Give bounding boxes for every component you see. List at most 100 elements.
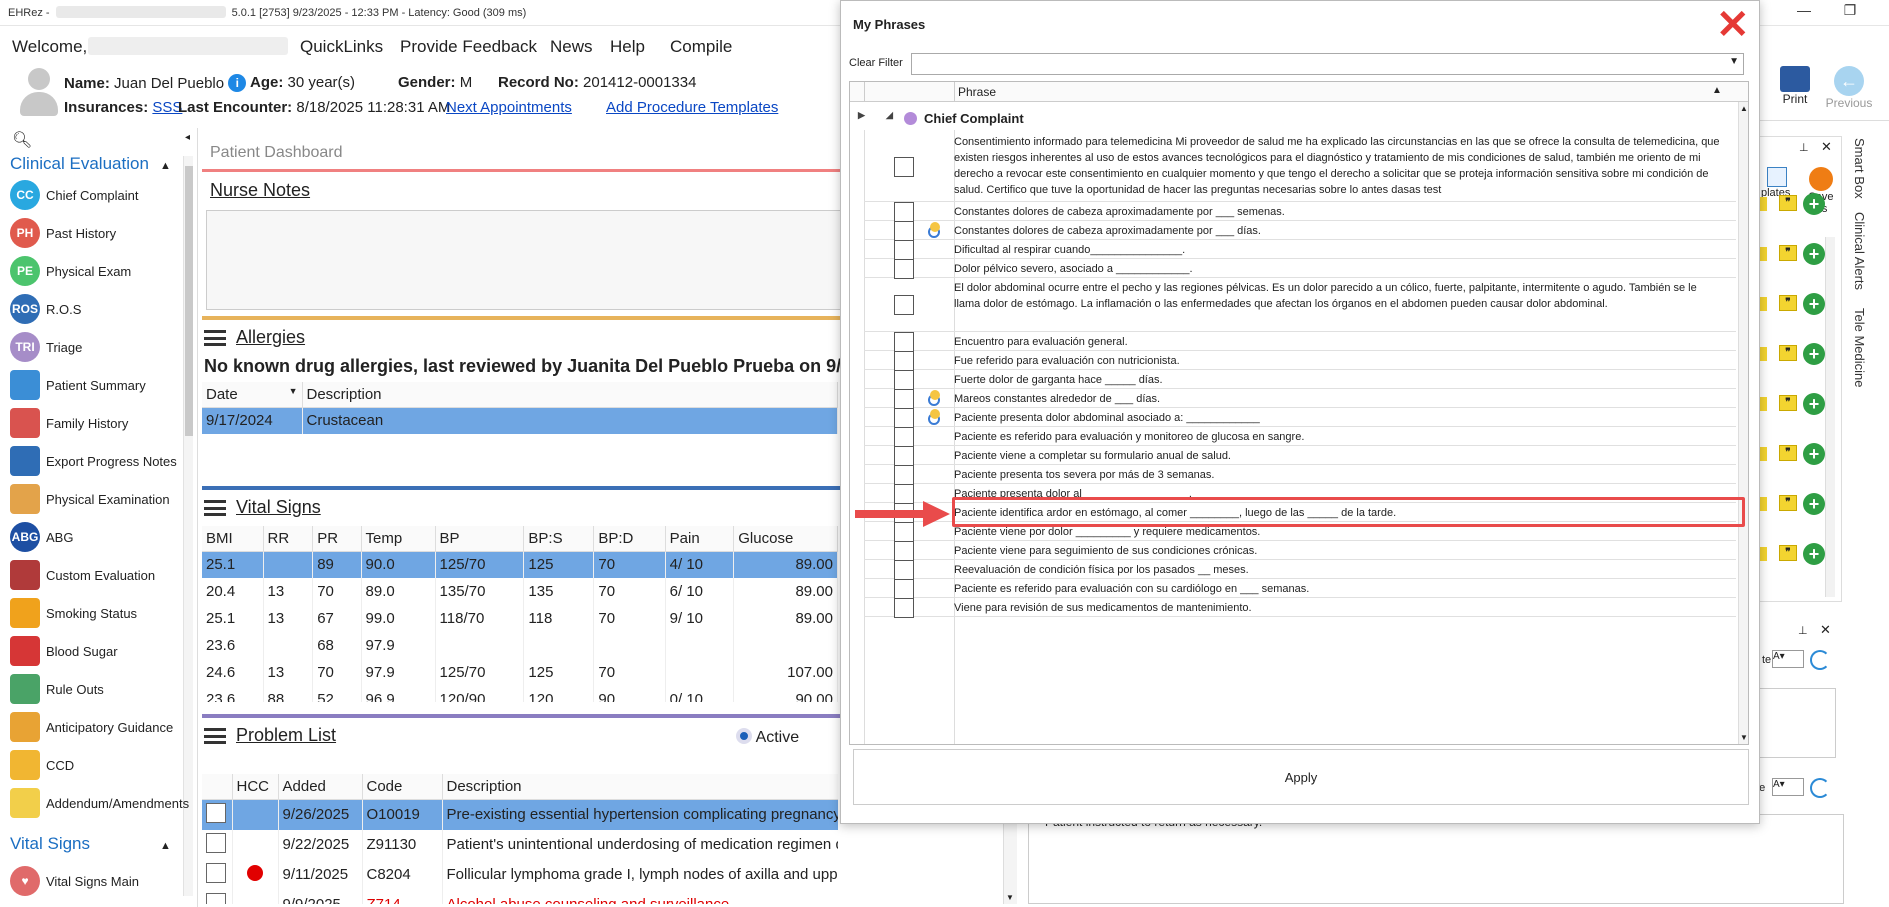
menu-provide-feedback[interactable]: Provide Feedback xyxy=(400,37,537,57)
scrollbar[interactable]: ▼ xyxy=(1003,814,1017,904)
sidebar-item[interactable]: Addendum/Amendments xyxy=(10,786,190,820)
vital-col-header[interactable]: BP xyxy=(435,526,525,552)
phrase-checkbox[interactable] xyxy=(894,351,914,371)
add-icon[interactable]: + xyxy=(1803,543,1825,565)
phrase-row[interactable]: Dolor pélvico severo, asociado a _______… xyxy=(864,259,1736,279)
phrase-row[interactable]: Fuerte dolor de garganta hace _____ días… xyxy=(864,370,1736,390)
phrase-checkbox[interactable] xyxy=(894,240,914,260)
add-icon[interactable]: + xyxy=(1803,393,1825,415)
sidebar-item[interactable]: CC Chief Complaint xyxy=(10,178,190,212)
phrase-checkbox[interactable] xyxy=(894,427,914,447)
row-checkbox[interactable] xyxy=(206,892,226,904)
collapse-sidebar-icon[interactable]: ◂ xyxy=(185,132,190,143)
instructions-textarea[interactable]: Patient instructed to return as necessar… xyxy=(1028,814,1844,904)
phrase-row[interactable]: Paciente viene para seguimiento de sus c… xyxy=(864,541,1736,561)
phrase-checkbox[interactable] xyxy=(894,408,914,428)
close-icon[interactable]: ✕ xyxy=(1820,622,1831,638)
quote-icon[interactable]: ❞ xyxy=(1779,195,1797,211)
phrase-checkbox[interactable] xyxy=(894,560,914,580)
phrase-checkbox[interactable] xyxy=(894,579,914,599)
vital-col-header[interactable]: PR xyxy=(312,526,362,552)
table-row[interactable]: 9/17/2024 Crustacean xyxy=(202,407,838,434)
phrase-row[interactable]: Fue referido para evaluación con nutrici… xyxy=(864,351,1736,371)
phrase-row[interactable]: Paciente presenta dolor abdominal asocia… xyxy=(864,408,1736,428)
menu-compile[interactable]: Compile xyxy=(670,37,732,57)
phrase-row[interactable]: Paciente es referido para evaluación y m… xyxy=(864,427,1736,447)
quote-icon[interactable]: ❞ xyxy=(1779,345,1797,361)
expand-icon[interactable]: ▶ xyxy=(858,110,865,121)
sidebar-item[interactable]: Physical Examination xyxy=(10,482,190,516)
quote-icon[interactable]: ❞ xyxy=(1779,245,1797,261)
tab-clinical-alerts[interactable]: Clinical Alerts xyxy=(1852,212,1867,290)
sidebar-item[interactable]: Custom Evaluation xyxy=(10,558,190,592)
info-icon[interactable]: i xyxy=(228,74,247,92)
phrase-checkbox[interactable] xyxy=(894,221,914,241)
vital-col-header[interactable]: Temp xyxy=(361,526,436,552)
font-dropdown[interactable]: A▾ xyxy=(1772,778,1804,796)
pin-icon[interactable]: ⊥ xyxy=(1799,141,1809,154)
chevron-up-icon[interactable]: ▲ xyxy=(160,160,171,172)
phrase-row[interactable]: Constantes dolores de cabeza aproximadam… xyxy=(864,221,1736,241)
table-row[interactable]: 9/11/2025 C8204 Follicular lymphoma grade … xyxy=(202,859,838,890)
add-icon[interactable]: + xyxy=(1803,293,1825,315)
note-textarea[interactable] xyxy=(1754,688,1836,758)
font-dropdown[interactable]: A▾ xyxy=(1772,650,1804,668)
active-radio[interactable]: Active xyxy=(736,728,799,747)
phrase-checkbox[interactable] xyxy=(894,598,914,618)
collapse-icon[interactable]: ◢ xyxy=(886,110,893,121)
phrase-row[interactable]: Constantes dolores de cabeza aproximadam… xyxy=(864,202,1736,222)
section-vital-signs[interactable]: Vital Signs xyxy=(10,834,90,854)
row-checkbox[interactable] xyxy=(206,802,226,823)
sidebar-item[interactable]: Anticipatory Guidance xyxy=(10,710,190,744)
restore-button[interactable]: ❐ xyxy=(1830,2,1870,19)
refresh-icon[interactable] xyxy=(1810,650,1830,670)
phrase-row[interactable]: Reevaluación de condición física por los… xyxy=(864,560,1736,580)
phrase-checkbox[interactable] xyxy=(894,389,914,409)
phrase-checkbox[interactable] xyxy=(894,202,914,222)
search-icon[interactable]: 🔍︎ xyxy=(12,130,32,150)
menu-icon[interactable] xyxy=(204,330,226,346)
close-icon[interactable]: ✕ xyxy=(1716,5,1750,45)
refresh-icon[interactable] xyxy=(1810,778,1830,798)
phrase-checkbox[interactable] xyxy=(894,295,914,315)
phrase-checkbox[interactable] xyxy=(894,446,914,466)
table-row[interactable]: 23.6 68 97.9 xyxy=(202,632,838,659)
row-checkbox[interactable] xyxy=(206,862,226,883)
phrase-row[interactable]: Encuentro para evaluación general. xyxy=(864,332,1736,352)
col-description[interactable]: Description xyxy=(302,382,838,408)
pin-icon[interactable]: ⊥ xyxy=(1798,624,1808,637)
phrase-row[interactable]: Paciente es referido para evaluación con… xyxy=(864,579,1736,599)
phrase-checkbox[interactable] xyxy=(894,157,914,177)
phrase-row[interactable]: Mareos constantes alrededor de ___ días. xyxy=(864,389,1736,409)
tab-tele-medicine[interactable]: Tele Medicine xyxy=(1852,308,1867,388)
sidebar-item[interactable]: ROS R.O.S xyxy=(10,292,190,326)
phrase-checkbox[interactable] xyxy=(894,465,914,485)
quote-icon[interactable]: ❞ xyxy=(1779,545,1797,561)
next-appointments-link[interactable]: Next Appointments xyxy=(446,99,572,116)
table-row[interactable]: 9/9/2025Z714Alcohol abuse counseling and… xyxy=(202,889,838,904)
vital-col-header[interactable]: BP:S xyxy=(523,526,595,552)
problem-col-header[interactable]: Added xyxy=(278,774,363,800)
apply-button[interactable]: Apply xyxy=(853,749,1749,805)
sidebar-item[interactable]: Smoking Status xyxy=(10,596,190,630)
sidebar-item[interactable]: Family History xyxy=(10,406,190,440)
sidebar-item[interactable]: Export Progress Notes xyxy=(10,444,190,478)
table-row[interactable]: 23.6 88 52 96.9 120/90 120 90 0/ 10 90.00 xyxy=(202,686,838,702)
vital-col-header[interactable]: Pain xyxy=(665,526,735,552)
section-clinical-evaluation[interactable]: Clinical Evaluation xyxy=(10,154,149,174)
table-row[interactable]: 24.6 13 70 97.9 125/70 125 70 107.00 xyxy=(202,659,838,686)
table-row[interactable]: 9/22/2025 Z91130 Patient's unintentional u… xyxy=(202,829,838,860)
add-icon[interactable]: + xyxy=(1803,343,1825,365)
problem-col-header[interactable]: HCC xyxy=(232,774,279,800)
menu-quicklinks[interactable]: QuickLinks xyxy=(300,37,383,57)
vital-col-header[interactable]: BMI xyxy=(202,526,264,552)
phrase-checkbox[interactable] xyxy=(894,259,914,279)
phrase-checkbox[interactable] xyxy=(894,541,914,561)
vital-col-header[interactable]: Glucose xyxy=(733,526,838,552)
phrases-scrollbar[interactable]: ▲ ▼ xyxy=(1738,102,1748,744)
quote-icon[interactable]: ❞ xyxy=(1779,445,1797,461)
phrase-row[interactable]: Paciente viene a completar su formulario… xyxy=(864,446,1736,466)
sidebar-item[interactable]: TRI Triage xyxy=(10,330,190,364)
panel-scrollbar[interactable] xyxy=(1825,237,1835,597)
sidebar-item-vital-signs-main[interactable]: ♥ Vital Signs Main xyxy=(10,864,190,898)
